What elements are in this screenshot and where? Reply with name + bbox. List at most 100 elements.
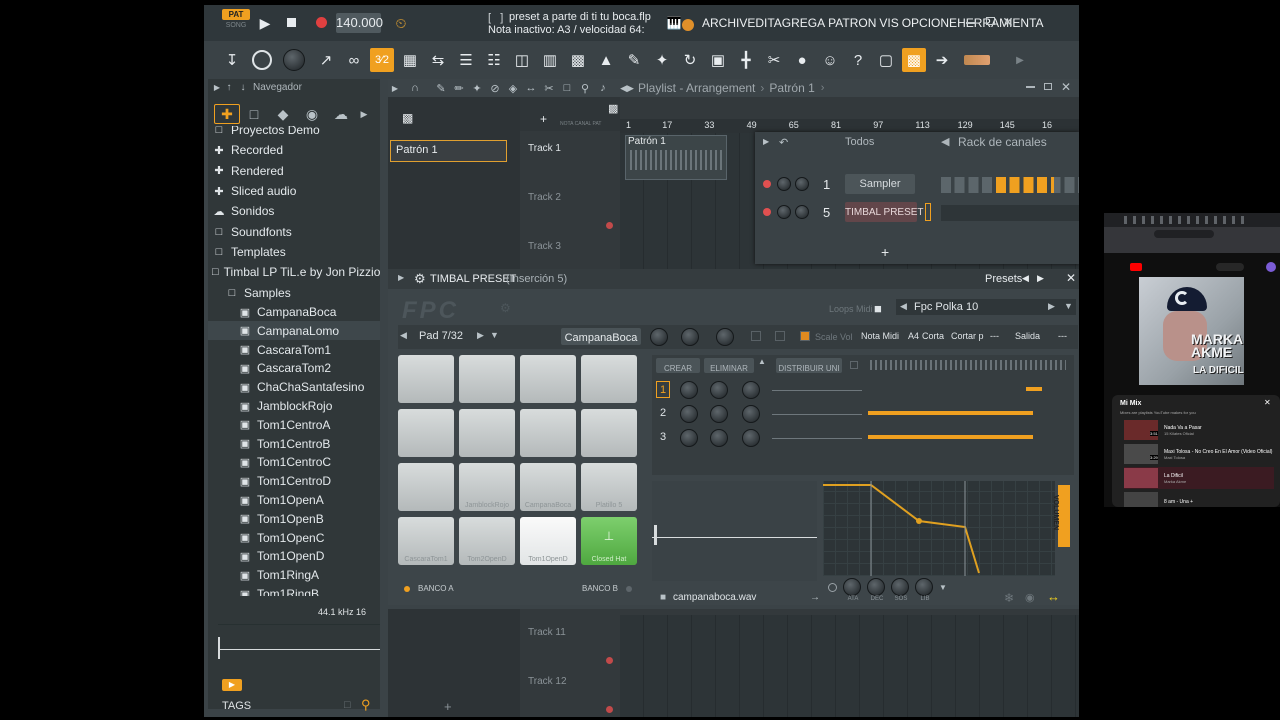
browser-item[interactable]: □ Templates bbox=[208, 242, 380, 262]
channel-row-1[interactable]: 1 Sampler bbox=[755, 174, 1079, 196]
sample-file-name[interactable]: campanaboca.wav bbox=[673, 592, 756, 603]
menu-patron[interactable]: PATRON bbox=[828, 16, 876, 30]
browser-item[interactable]: ▣ Tom1CentroB bbox=[208, 434, 380, 453]
layer-velocity-range[interactable] bbox=[1026, 387, 1042, 391]
drum-pad[interactable] bbox=[581, 409, 637, 457]
channel-1-number[interactable]: 1 bbox=[823, 177, 830, 192]
pat-song-toggle[interactable]: PAT SONG bbox=[222, 9, 250, 35]
refresh-icon[interactable]: ↻ bbox=[678, 48, 702, 72]
arrow-right-icon[interactable]: ➔ bbox=[930, 48, 954, 72]
layer-velocity-range[interactable] bbox=[868, 411, 1033, 415]
layer-scroll-icon[interactable]: ▲ bbox=[758, 357, 766, 366]
save-icon[interactable]: ▣ bbox=[706, 48, 730, 72]
layer-knob[interactable] bbox=[710, 429, 728, 447]
layer-velocity-range[interactable] bbox=[868, 435, 1033, 439]
chat-icon[interactable]: ☺ bbox=[818, 48, 842, 72]
channel-5-number[interactable]: 5 bbox=[823, 205, 830, 220]
fpc-next-preset-icon[interactable]: ▶ bbox=[1037, 273, 1044, 284]
track-header[interactable]: Track 11 bbox=[520, 623, 620, 672]
layer-knob[interactable] bbox=[680, 405, 698, 423]
mute-tool-icon[interactable]: ◈ bbox=[504, 82, 522, 95]
bank-b-button[interactable]: BANCO B bbox=[582, 584, 618, 593]
channel-5-pan-knob[interactable] bbox=[777, 205, 791, 219]
fpc-lock-icon[interactable]: ◉ bbox=[1025, 591, 1035, 604]
pad-toggle-3[interactable] bbox=[800, 331, 810, 341]
play-icon[interactable]: ▶ bbox=[256, 14, 274, 32]
menu-agrega[interactable]: GREGA bbox=[782, 16, 825, 30]
drum-pad[interactable] bbox=[398, 409, 454, 457]
album-cover[interactable]: MARKA AKME LA DIFICIL bbox=[1139, 277, 1244, 385]
help-icon[interactable]: ? bbox=[846, 48, 870, 72]
yt-playlist-item[interactable]: 8 am - Una + bbox=[1124, 491, 1274, 507]
paint-tool-icon[interactable]: ✏ bbox=[450, 82, 468, 95]
fpc-link-icon[interactable]: ↔ bbox=[1047, 589, 1060, 604]
menu-vista[interactable]: VIS bbox=[879, 16, 898, 30]
channel-5-name[interactable]: TIMBAL PRESET bbox=[845, 202, 924, 222]
channel-1-vol-knob[interactable] bbox=[795, 177, 809, 191]
layer-knob[interactable] bbox=[710, 381, 728, 399]
preset-selector[interactable]: ◀ Fpc Polka 10 ▶ ▼ bbox=[896, 299, 1076, 315]
loop-icon[interactable]: ∞ bbox=[342, 48, 366, 72]
browser-menu-arrow-icon[interactable]: ▶ bbox=[212, 83, 222, 92]
brush-icon[interactable]: ✦ bbox=[650, 48, 674, 72]
playlist-arrow-icon[interactable]: ◀▶ bbox=[618, 83, 636, 94]
channel-rack-icon[interactable]: ▥ bbox=[538, 48, 562, 72]
channel-5-vol-knob[interactable] bbox=[795, 205, 809, 219]
sustain-knob[interactable] bbox=[891, 578, 909, 596]
layer-range-strip[interactable] bbox=[870, 360, 1066, 370]
select-tool-icon[interactable]: □ bbox=[558, 82, 576, 94]
pitch-icon[interactable]: ↗ bbox=[314, 48, 338, 72]
browser-tabs-more-icon[interactable]: ▶ bbox=[356, 109, 372, 120]
envelope-dropdown-icon[interactable]: ▼ bbox=[939, 583, 947, 592]
track-header[interactable]: Track 1 bbox=[520, 139, 620, 188]
drum-pad[interactable] bbox=[520, 355, 576, 403]
browser-item[interactable]: ▣ CampanaBoca bbox=[208, 303, 380, 322]
browser-item[interactable]: ✚ Recorded bbox=[208, 140, 380, 160]
pattern-item[interactable]: Patrón 1 bbox=[390, 140, 507, 162]
pattern-clip[interactable]: Patrón 1 bbox=[625, 135, 727, 180]
toolbar-scroll-arrow[interactable]: ▶ bbox=[1008, 48, 1032, 72]
add-channel-icon[interactable]: + bbox=[881, 244, 889, 260]
track-mute-led[interactable] bbox=[606, 706, 613, 713]
magnet-icon[interactable]: ∩ bbox=[406, 82, 424, 94]
track-header[interactable]: Track 12 bbox=[520, 672, 620, 717]
master-volume-knob[interactable] bbox=[282, 48, 306, 72]
search-icon[interactable]: ⚲ bbox=[361, 697, 371, 713]
browser-item[interactable]: ▣ CascaraTom2 bbox=[208, 359, 380, 378]
track-header[interactable]: Track 2 bbox=[520, 188, 620, 237]
preset-prev-icon[interactable]: ◀ bbox=[900, 301, 907, 312]
browser-forward-icon[interactable]: ↓ bbox=[236, 82, 250, 93]
minimize-icon[interactable] bbox=[966, 22, 976, 24]
preset-next-icon[interactable]: ▶ bbox=[1048, 301, 1055, 312]
zoom-tool-icon[interactable]: ⚲ bbox=[576, 82, 594, 95]
playlist-menu-icon[interactable]: ▶ bbox=[388, 84, 402, 93]
add-pattern-icon[interactable]: + bbox=[444, 699, 452, 714]
release-knob[interactable] bbox=[915, 578, 933, 596]
browser-item[interactable]: ▣ ChaChaSantafesino bbox=[208, 378, 380, 397]
yt-playlist-item[interactable]: Maxi Tolosa - No Creo En El Amor (Video … bbox=[1124, 443, 1274, 465]
pad-dropdown-icon[interactable]: ▼ bbox=[490, 330, 499, 340]
slice-tool-icon[interactable]: ✂ bbox=[540, 82, 558, 95]
channel-1-name[interactable]: Sampler bbox=[845, 174, 915, 194]
brush-tool-icon[interactable]: ✦ bbox=[468, 82, 486, 95]
piano-icon[interactable]: 🎹 bbox=[667, 16, 682, 30]
channel-1-led[interactable] bbox=[763, 180, 771, 188]
browser-item[interactable]: □ Proyectos Demo bbox=[208, 126, 380, 140]
maximize-icon[interactable] bbox=[986, 17, 995, 25]
channel-5-steps[interactable] bbox=[941, 205, 1079, 221]
browser-item[interactable]: □ Soundfonts bbox=[208, 221, 380, 241]
pad-pan-knob[interactable] bbox=[681, 328, 699, 346]
typing-keyboard-icon[interactable]: ▩ bbox=[902, 48, 926, 72]
drum-pad[interactable]: Platillo 5 bbox=[581, 463, 637, 511]
pad-prev-icon[interactable]: ◀ bbox=[400, 330, 407, 341]
browser-project-icon[interactable]: □ bbox=[240, 106, 268, 122]
crear-button[interactable]: CREAR bbox=[656, 358, 700, 373]
stop-icon[interactable] bbox=[287, 18, 296, 27]
channel-5-led[interactable] bbox=[763, 208, 771, 216]
decay-knob[interactable] bbox=[867, 578, 885, 596]
playlist-minimize-icon[interactable] bbox=[1026, 86, 1035, 88]
rack-filter[interactable]: Todos bbox=[845, 136, 874, 148]
drum-pad[interactable] bbox=[398, 463, 454, 511]
browser-item[interactable]: ▣ Tom1OpenA bbox=[208, 491, 380, 510]
rack-menu-arrow-icon[interactable]: ▶ bbox=[763, 137, 769, 146]
